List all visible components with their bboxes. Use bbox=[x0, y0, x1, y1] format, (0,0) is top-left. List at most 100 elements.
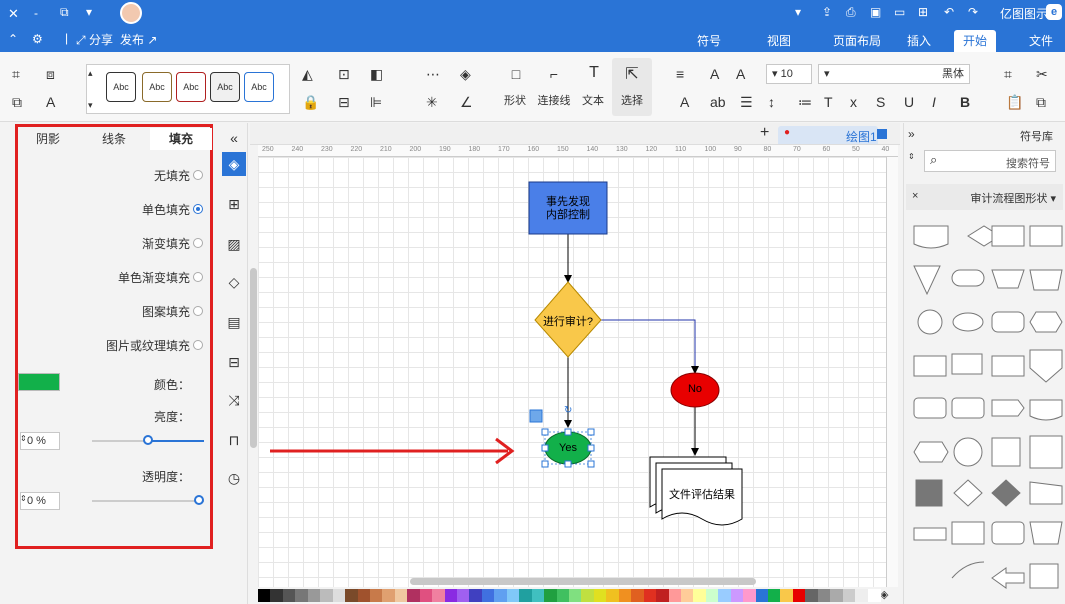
palette-swatch[interactable] bbox=[668, 589, 682, 602]
palette-swatch[interactable] bbox=[345, 589, 359, 602]
palette-swatch[interactable] bbox=[332, 589, 346, 602]
tab-home[interactable]: 开始 bbox=[954, 30, 996, 52]
transparency-slider[interactable] bbox=[92, 500, 204, 502]
fill-option-picture[interactable]: 图片或纹理填充 bbox=[80, 337, 190, 354]
palette-swatch[interactable] bbox=[730, 589, 744, 602]
stepper-icon[interactable]: ⇕ bbox=[20, 494, 27, 503]
subscript-icon[interactable]: x bbox=[850, 94, 857, 110]
share-button[interactable]: ⤢ 分享 bbox=[76, 31, 113, 48]
palette-swatch[interactable] bbox=[768, 589, 782, 602]
palette-swatch[interactable] bbox=[270, 589, 284, 602]
font-color-icon[interactable]: A bbox=[680, 94, 689, 110]
color-swatch[interactable] bbox=[18, 373, 60, 391]
palette-swatch[interactable] bbox=[593, 589, 607, 602]
collapse-panel-icon[interactable]: « bbox=[222, 126, 246, 150]
palette-swatch[interactable] bbox=[494, 589, 508, 602]
align-text-icon[interactable]: ≡ bbox=[676, 66, 684, 82]
palette-swatch[interactable] bbox=[743, 589, 757, 602]
palette-swatch[interactable] bbox=[357, 589, 371, 602]
image-tool-icon[interactable]: ▨ bbox=[222, 232, 246, 256]
tab-shadow[interactable]: 阴影 bbox=[18, 128, 78, 150]
palette-swatch[interactable] bbox=[718, 589, 732, 602]
palette-swatch[interactable] bbox=[282, 589, 296, 602]
gallery-down-icon[interactable]: ▾ bbox=[88, 100, 93, 111]
palette-swatch[interactable] bbox=[506, 589, 520, 602]
restore-icon[interactable]: ⧉ bbox=[60, 5, 69, 20]
clear-format-icon[interactable]: T bbox=[824, 94, 833, 110]
fill-option-gradient[interactable]: 渐变填充 bbox=[100, 235, 190, 252]
palette-swatch[interactable] bbox=[307, 589, 321, 602]
tab-file[interactable]: 文件 bbox=[1020, 30, 1062, 52]
publish-button[interactable]: 发布 ↗ bbox=[120, 31, 157, 48]
group-icon[interactable]: ⧈ bbox=[46, 66, 55, 83]
connector-icon[interactable]: ⌐ bbox=[546, 66, 562, 82]
ungroup-icon[interactable]: ⧉ bbox=[12, 94, 22, 111]
palette-swatch[interactable] bbox=[680, 589, 694, 602]
palette-swatch[interactable] bbox=[842, 589, 856, 602]
palette-swatch[interactable] bbox=[369, 589, 383, 602]
effect-icon[interactable]: ✳ bbox=[426, 94, 438, 111]
palette-swatch[interactable] bbox=[569, 589, 582, 602]
radio-none[interactable] bbox=[193, 170, 203, 180]
shrink-font-icon[interactable]: A bbox=[710, 66, 719, 82]
palette-swatch[interactable] bbox=[656, 589, 670, 602]
tab-insert[interactable]: 插入 bbox=[898, 30, 940, 52]
palette-swatch[interactable] bbox=[618, 589, 632, 602]
size-icon[interactable]: ⊡ bbox=[338, 66, 350, 83]
palette-swatch[interactable] bbox=[444, 589, 458, 602]
palette-swatch[interactable] bbox=[606, 589, 620, 602]
grid-tool-icon[interactable]: ⊞ bbox=[222, 192, 246, 216]
format-painter-icon[interactable]: ⌗ bbox=[12, 66, 20, 83]
line-spacing-icon[interactable]: ↕ bbox=[768, 94, 775, 110]
dropdown-icon[interactable]: ▾ bbox=[86, 5, 92, 19]
line-color-icon[interactable]: ∠ bbox=[460, 94, 473, 111]
palette-swatch[interactable] bbox=[481, 589, 495, 602]
floating-toolbar-icon[interactable] bbox=[529, 409, 543, 423]
palette-swatch[interactable] bbox=[556, 589, 570, 602]
vertical-scrollbar[interactable] bbox=[250, 268, 257, 448]
palette-swatch[interactable] bbox=[830, 589, 844, 602]
palette-swatch[interactable] bbox=[643, 589, 657, 602]
italic-icon[interactable]: I bbox=[932, 94, 936, 110]
style-swatch-4[interactable]: Abc bbox=[210, 72, 240, 102]
palette-swatch[interactable] bbox=[805, 589, 819, 602]
tab-fill[interactable]: 填充 bbox=[150, 128, 212, 150]
close-icon[interactable]: × bbox=[912, 190, 918, 202]
align-icon[interactable]: ⊫ bbox=[370, 94, 382, 111]
bullets-icon[interactable]: ≔ bbox=[798, 94, 812, 111]
redo-icon[interactable]: ↷ bbox=[968, 5, 978, 19]
close-icon[interactable]: ✕ bbox=[8, 6, 19, 22]
save-icon[interactable]: ▣ bbox=[870, 5, 881, 19]
settings-icon[interactable]: ⚙ bbox=[32, 32, 43, 46]
dropdown-icon[interactable]: ▾ bbox=[795, 5, 801, 19]
list-icon[interactable]: ☰ bbox=[740, 94, 753, 111]
font-size-select[interactable]: ▾ 10 bbox=[766, 64, 812, 84]
style-swatch-3[interactable]: Abc bbox=[176, 72, 206, 102]
layers-tool-icon[interactable]: ◇ bbox=[222, 270, 246, 294]
palette-swatch[interactable] bbox=[631, 589, 645, 602]
palette-swatch[interactable] bbox=[544, 589, 558, 602]
palette-swatch[interactable] bbox=[531, 589, 545, 602]
lock-icon[interactable]: 🔒 bbox=[302, 94, 319, 111]
fill-option-solid[interactable]: 单色填充 bbox=[100, 201, 190, 218]
flip-icon[interactable]: ◭ bbox=[302, 66, 313, 83]
page-tool-icon[interactable]: ▤ bbox=[222, 310, 246, 334]
palette-swatch[interactable] bbox=[432, 589, 446, 602]
fill-color-icon[interactable]: ◈ bbox=[460, 66, 471, 83]
palette-swatch[interactable] bbox=[469, 589, 483, 602]
palette-swatch[interactable] bbox=[817, 589, 831, 602]
new-icon[interactable]: ⊞ bbox=[918, 5, 928, 19]
tab-line[interactable]: 线条 bbox=[84, 128, 144, 150]
undo-icon[interactable]: ↶ bbox=[944, 5, 954, 19]
export-icon[interactable]: ⇪ bbox=[822, 5, 832, 19]
shape-icon[interactable]: □ bbox=[508, 66, 524, 82]
palette-swatch[interactable] bbox=[855, 589, 869, 602]
bring-front-icon[interactable]: ◧ bbox=[370, 66, 383, 83]
collapse-icon[interactable]: ⌃ bbox=[8, 32, 18, 46]
fill-option-none[interactable]: 无填充 bbox=[110, 167, 190, 184]
palette-swatch[interactable] bbox=[295, 589, 309, 602]
radio-pattern[interactable] bbox=[193, 306, 203, 316]
palette-swatch[interactable] bbox=[780, 589, 794, 602]
horizontal-scrollbar[interactable] bbox=[410, 578, 756, 585]
print-icon[interactable]: ⎙ bbox=[846, 5, 856, 20]
